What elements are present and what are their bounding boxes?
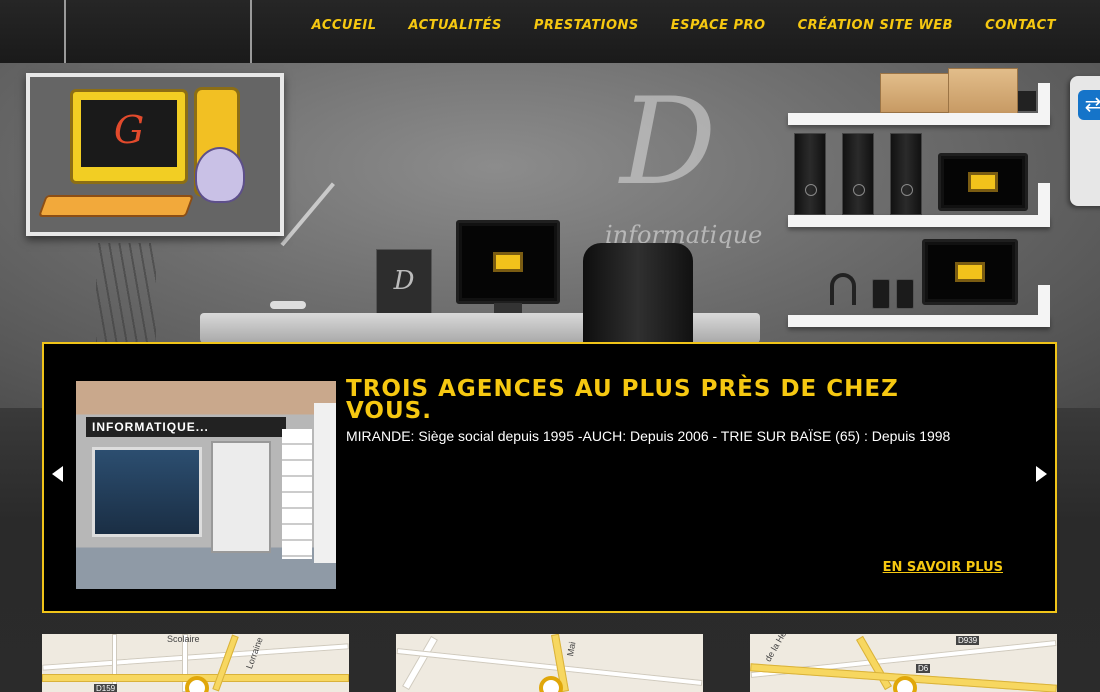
map-road-label: D6 [916, 664, 931, 673]
site-logo[interactable]: G [26, 73, 284, 236]
slide-title: TROIS AGENCES AU PLUS PRÈS DE CHEZ VOUS. [346, 376, 899, 424]
shelf-bracket [1038, 183, 1050, 227]
map-mirande[interactable]: Scolaire Lorraine D159 [42, 634, 349, 692]
speaker-icon [896, 279, 914, 309]
nav-prestations[interactable]: PRESTATIONS [534, 18, 639, 33]
slide-text: MIRANDE: Siège social depuis 1995 -AUCH:… [346, 428, 951, 444]
read-more-link[interactable]: EN SAVOIR PLUS [883, 560, 1003, 575]
shop-door [211, 441, 271, 553]
brand-watermark: D [620, 73, 717, 212]
nav-actualites[interactable]: ACTUALITÉS [408, 18, 501, 33]
shelf-monitor [922, 239, 1018, 305]
map-road-label: D939 [956, 636, 980, 645]
nav-accueil[interactable]: ACCUEIL [312, 18, 377, 33]
shop-sign: INFORMATIQUE... [86, 417, 286, 437]
teamviewer-tab[interactable]: ⇄ [1070, 76, 1100, 206]
logo-keyboard-icon [37, 195, 195, 217]
map-label: de la Her [762, 634, 790, 664]
cardboard-box [948, 68, 1018, 114]
agencies-slider: INFORMATIQUE... TROIS AGENCES AU PLUS PR… [42, 342, 1057, 613]
lamp-base [270, 301, 306, 309]
teamviewer-icon: ⇄ [1078, 90, 1100, 120]
desk-monitor [456, 220, 560, 304]
shop-wall [314, 403, 336, 563]
wall-shelf [788, 215, 1050, 227]
wall-shelf [788, 113, 1050, 125]
shelf-bracket [1038, 285, 1050, 327]
shop-photo: INFORMATIQUE... [76, 381, 336, 589]
wall-shelf [788, 315, 1050, 327]
shelf-bracket [1038, 83, 1050, 125]
cardboard-box [880, 73, 950, 113]
shop-window [92, 447, 202, 537]
headphones-icon [830, 273, 856, 305]
nav-espace-pro[interactable]: ESPACE PRO [671, 18, 766, 33]
map-road-label: D159 [94, 684, 118, 692]
nav-contact[interactable]: CONTACT [985, 18, 1056, 33]
pc-tower-icon [842, 133, 874, 215]
pc-tower-icon [890, 133, 922, 215]
lamp-icon [280, 182, 335, 247]
map-label: Mai [565, 640, 578, 658]
device-icon [1018, 91, 1036, 111]
top-bar: ACCUEIL ACTUALITÉS PRESTATIONS ESPACE PR… [0, 0, 1100, 63]
logo-monitor-icon: G [70, 89, 188, 184]
desk-box: D [376, 249, 432, 315]
nav-creation-site-web[interactable]: CRÉATION SITE WEB [798, 18, 954, 33]
speaker-icon [872, 279, 890, 309]
slider-next-arrow-icon[interactable] [1036, 466, 1047, 482]
brand-logos [282, 429, 312, 559]
pc-tower-icon [794, 133, 826, 215]
main-nav: ACCUEIL ACTUALITÉS PRESTATIONS ESPACE PR… [312, 18, 1056, 33]
monitor-stand [494, 303, 522, 313]
logo-mouse-icon [195, 147, 245, 203]
map-label: Scolaire [167, 634, 200, 644]
shelf-monitor [938, 153, 1028, 211]
map-auch[interactable]: Mai [396, 634, 703, 692]
slider-prev-arrow-icon[interactable] [52, 466, 63, 482]
map-trie-sur-baise[interactable]: de la Her D939 D6 [750, 634, 1057, 692]
